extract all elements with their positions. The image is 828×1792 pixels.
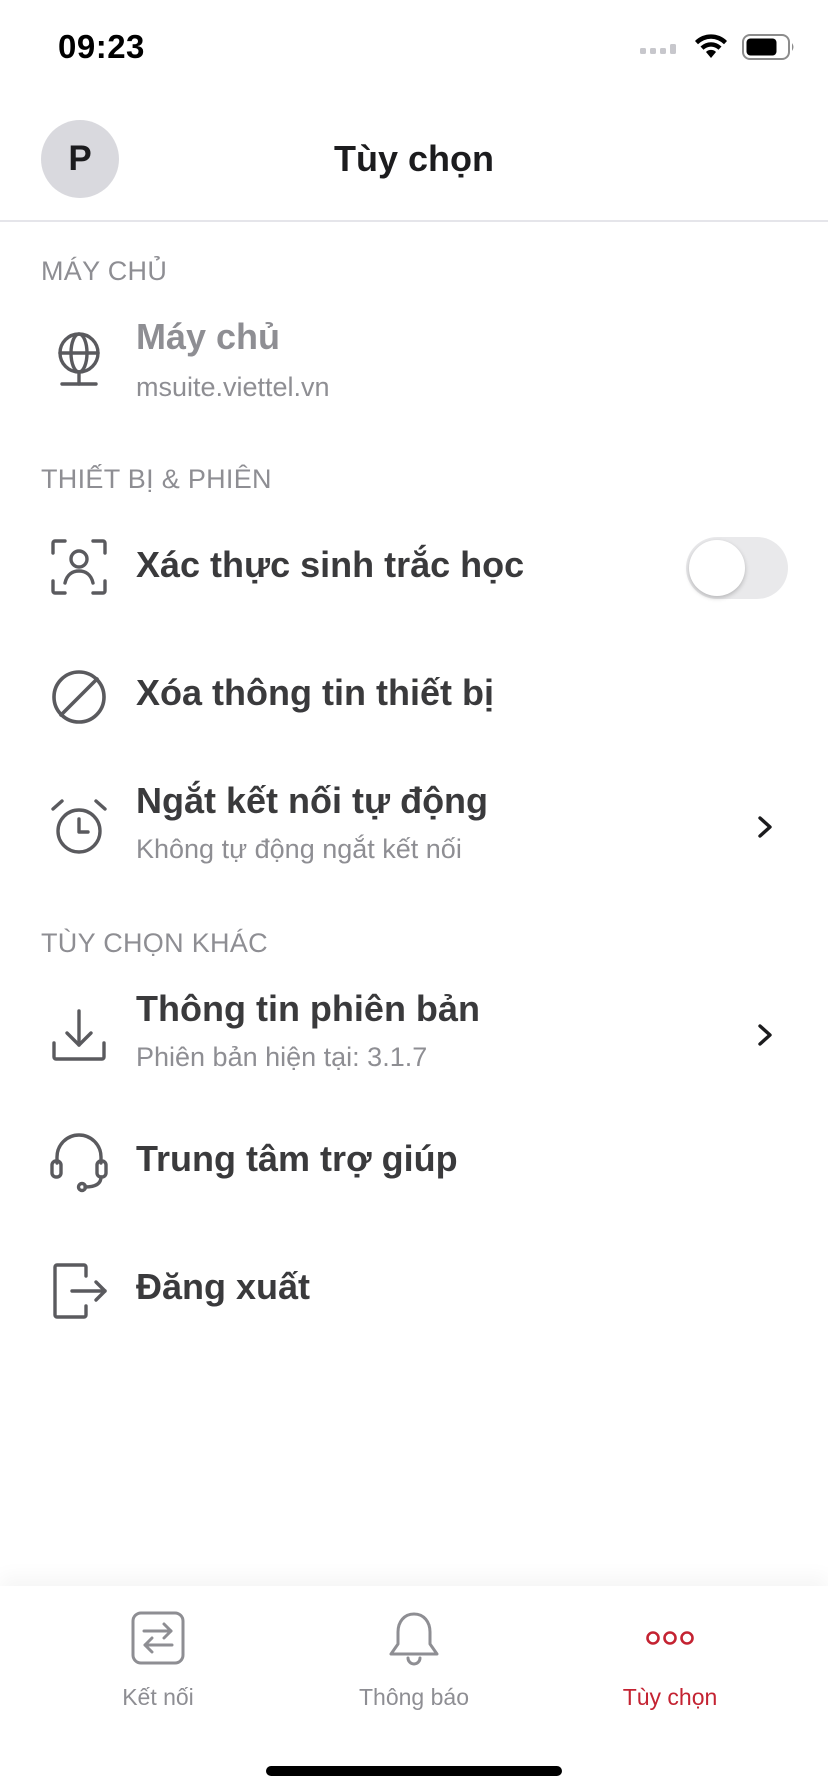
status-icons [640, 34, 796, 60]
section-label-other: TÙY CHỌN KHÁC [41, 928, 268, 958]
version-subtitle: Phiên bản hiện tại: 3.1.7 [136, 1042, 428, 1072]
clear-device-title: Xóa thông tin thiết bị [136, 672, 494, 713]
auto-disconnect-title: Ngắt kết nối tự động [136, 780, 489, 821]
logout-icon [46, 1258, 112, 1324]
tab-options-label: Tùy chọn [622, 1684, 718, 1710]
version-row[interactable]: Thông tin phiên bản Phiên bản hiện tại: … [0, 972, 828, 1102]
swap-icon [128, 1608, 188, 1668]
page-title: Tùy chọn [334, 138, 494, 179]
biometric-title: Xác thực sinh trắc học [136, 544, 525, 585]
tab-options[interactable]: Tùy chọn [532, 1586, 808, 1726]
tab-notifications[interactable]: Thông báo [276, 1586, 552, 1726]
version-title: Thông tin phiên bản [136, 988, 480, 1029]
clear-device-row[interactable]: Xóa thông tin thiết bị [0, 636, 828, 756]
section-label-server: MÁY CHỦ [41, 256, 168, 286]
tab-connect[interactable]: Kết nối [20, 1586, 296, 1726]
headset-icon [46, 1130, 112, 1196]
download-icon [46, 1002, 112, 1068]
auto-disconnect-row[interactable]: Ngắt kết nối tự động Không tự động ngắt … [0, 764, 828, 894]
server-title: Máy chủ [136, 316, 281, 357]
chevron-right-icon [758, 816, 772, 838]
section-label-device: THIẾT BỊ & PHIÊN [41, 464, 272, 494]
home-indicator[interactable] [266, 1766, 562, 1776]
globe-icon [46, 326, 112, 392]
tab-connect-label: Kết nối [122, 1684, 194, 1710]
server-value: msuite.viettel.vn [136, 372, 330, 402]
help-title: Trung tâm trợ giúp [136, 1138, 458, 1179]
battery-icon [742, 34, 794, 60]
help-row[interactable]: Trung tâm trợ giúp [0, 1102, 828, 1222]
chevron-right-icon [758, 1024, 772, 1046]
toggle-knob [689, 540, 745, 596]
logout-title: Đăng xuất [136, 1266, 311, 1307]
header: P Tùy chọn [0, 100, 828, 222]
wifi-icon [695, 34, 727, 58]
auto-disconnect-subtitle: Không tự động ngắt kết nối [136, 834, 462, 864]
status-bar: 09:23 [0, 0, 828, 100]
server-row: Máy chủ msuite.viettel.vn [0, 300, 828, 420]
biometric-toggle[interactable] [686, 537, 788, 599]
alarm-clock-icon [46, 794, 112, 860]
biometric-row[interactable]: Xác thực sinh trắc học [0, 508, 828, 628]
more-icon [640, 1608, 700, 1668]
status-time: 09:23 [58, 28, 145, 65]
block-icon [46, 664, 112, 730]
bell-icon [384, 1608, 444, 1668]
tab-bar: Kết nối Thông báo Tùy chọn [0, 1586, 828, 1792]
logout-row[interactable]: Đăng xuất [0, 1230, 828, 1350]
face-scan-icon [46, 534, 112, 600]
cellular-signal-icon [640, 44, 676, 54]
tab-notifications-label: Thông báo [359, 1684, 469, 1710]
